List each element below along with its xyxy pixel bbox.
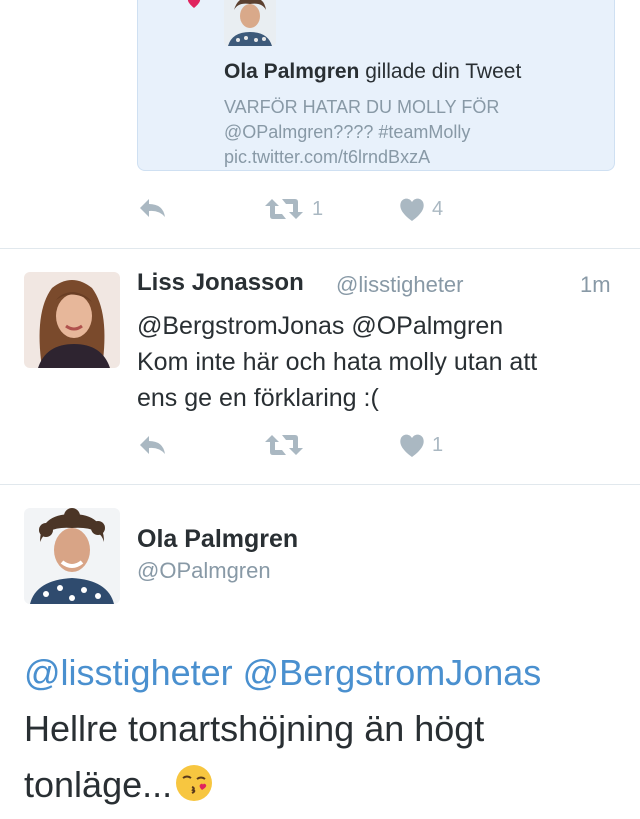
retweet-button[interactable]: 1 (264, 196, 323, 222)
tweet-author-name[interactable]: Liss Jonasson (137, 269, 304, 297)
quoted-line: VARFÖR HATAR DU MOLLY FÖR (224, 97, 500, 117)
like-count: 4 (432, 197, 444, 220)
notification-actor[interactable]: Ola Palmgren (224, 60, 359, 83)
mention-link[interactable]: @lisstigheter (24, 652, 233, 693)
like-button[interactable]: 4 (398, 196, 443, 222)
reply-icon (137, 196, 169, 220)
tweet-timestamp: 1m (580, 272, 611, 297)
quoted-link: pic.twitter.com/t6lrndBxzA (224, 147, 431, 167)
tweet-line: @BergstromJonas @OPalmgren (137, 312, 504, 340)
notification-text: Ola Palmgren gillade din Tweet (224, 60, 521, 84)
detail-tweet-text[interactable]: @lisstigheter @BergstromJonas Hellre ton… (24, 645, 624, 813)
detail-author-name[interactable]: Ola Palmgren (137, 525, 298, 554)
like-button[interactable]: 1 (398, 432, 443, 458)
avatar[interactable] (24, 508, 120, 604)
tweet-line: ens ge en förklaring :( (137, 384, 379, 412)
kiss-emoji-icon (174, 763, 214, 803)
retweet-button[interactable] (264, 432, 304, 458)
detail-author-handle[interactable]: @OPalmgren (137, 558, 271, 584)
avatar[interactable] (24, 272, 120, 368)
reply-button[interactable] (137, 433, 169, 457)
retweet-icon (264, 196, 304, 222)
tweet-line: Kom inte här och hata molly utan att (137, 348, 538, 376)
divider (0, 248, 640, 249)
divider (0, 484, 640, 485)
retweet-count: 1 (312, 197, 324, 220)
like-icon (398, 432, 426, 458)
reply-icon (137, 433, 169, 457)
detail-line-text: tonläge... (24, 764, 173, 805)
like-count: 1 (432, 433, 444, 456)
tweet-text[interactable]: @BergstromJonas @OPalmgren Kom inte här … (137, 308, 627, 416)
heart-icon (186, 0, 202, 10)
detail-line: @lisstigheter @BergstromJonas (24, 645, 624, 701)
like-icon (398, 196, 426, 222)
detail-line: Hellre tonartshöjning än högt (24, 708, 485, 749)
reply-button[interactable] (137, 196, 169, 220)
quoted-line: @OPalmgren???? #teamMolly (224, 122, 471, 142)
mention-link[interactable]: @BergstromJonas (243, 652, 542, 693)
tweet-author-handle[interactable]: @lisstigheter (336, 272, 464, 298)
avatar[interactable] (224, 0, 276, 46)
notification-action: gillade din Tweet (365, 60, 522, 83)
quoted-tweet-text[interactable]: VARFÖR HATAR DU MOLLY FÖR @OPalmgren????… (224, 95, 554, 170)
retweet-icon (264, 432, 304, 458)
detail-line: tonläge... (24, 757, 624, 813)
